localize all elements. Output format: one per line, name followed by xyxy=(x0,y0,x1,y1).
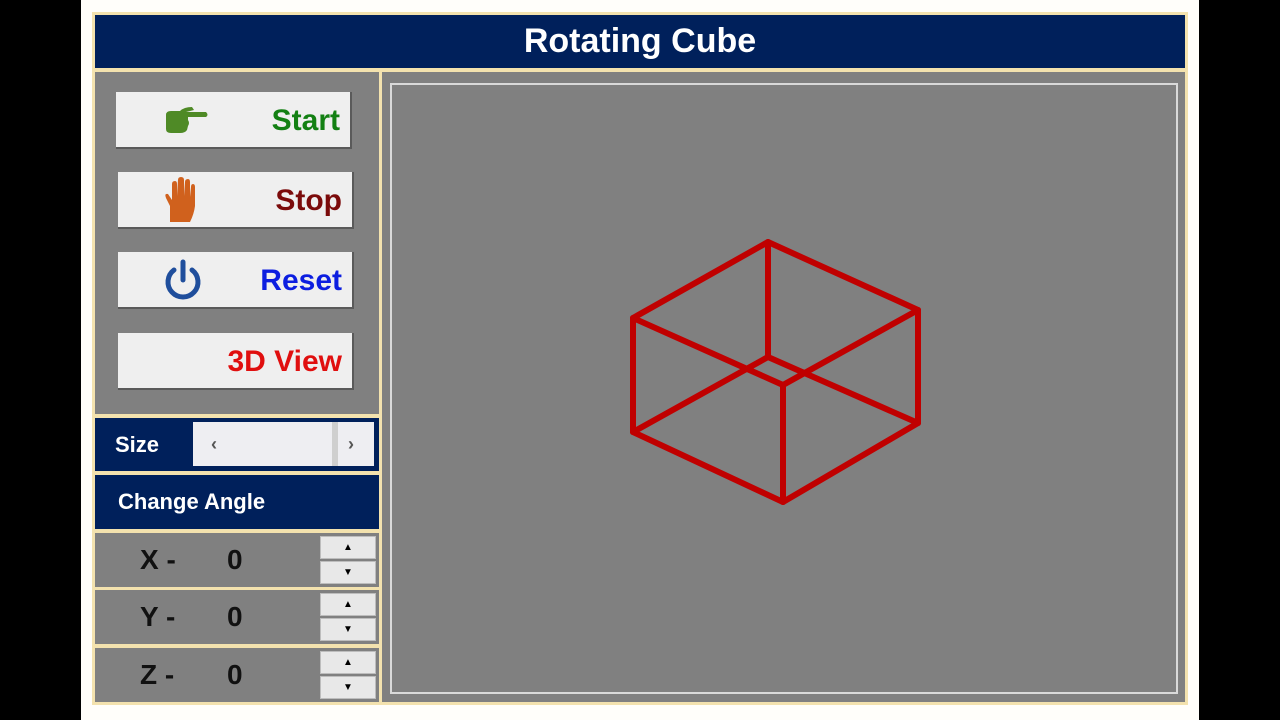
cube-edge xyxy=(630,315,786,388)
cube-edge xyxy=(765,354,921,426)
cube-edge xyxy=(630,354,771,435)
cube-edge xyxy=(765,239,921,313)
cube-edge xyxy=(630,429,786,505)
cube-edge xyxy=(630,239,771,321)
cube-edge xyxy=(780,420,921,505)
cube-drawing xyxy=(630,239,921,505)
